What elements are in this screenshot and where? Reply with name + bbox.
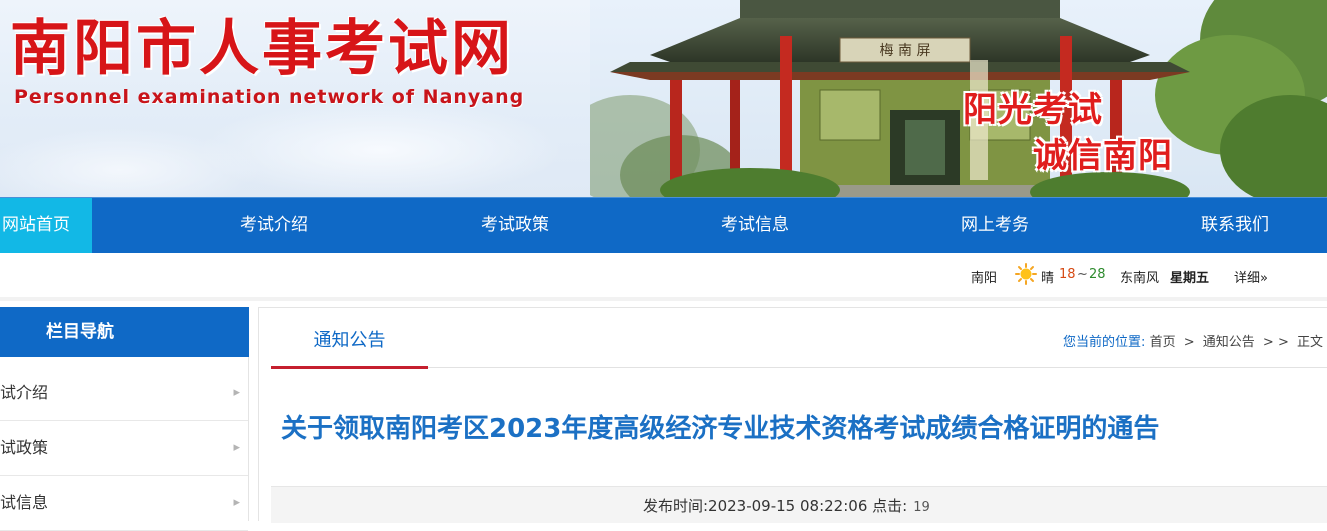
article-title: 关于领取南阳考区2023年度高级经济专业技术资格考试成绩合格证明的通告 [281, 414, 1160, 444]
slogan-line-1: 阳光考试 [963, 90, 1103, 130]
weather-bar: 南阳 晴 18 ~ 28 东南风 星期五 详细» [0, 253, 1327, 301]
sidebar-heading: 栏目导航 [0, 307, 249, 357]
sidebar-item-label: 试介绍 [0, 383, 49, 402]
breadcrumb-home[interactable]: 首页 [1150, 335, 1176, 350]
sidebar-item-label: 试信息 [0, 493, 49, 512]
weather-condition: 晴 [1041, 271, 1055, 286]
sidebar-heading-text: 栏目导航 [46, 322, 114, 342]
main-content: 通知公告 您当前的位置: 首页 > 通知公告 > > 正文 关于领取南阳考区20… [258, 307, 1327, 523]
chevron-right-icon: ▸ [233, 495, 240, 510]
tab-notices[interactable]: 通知公告 [271, 326, 428, 368]
breadcrumb-separator: > > [1262, 335, 1289, 350]
weather-high-temp: 28 [1089, 267, 1106, 282]
nav-home[interactable]: 网站首页 [0, 198, 92, 253]
nav-contact-us[interactable]: 联系我们 [1175, 198, 1295, 253]
nav-exam-intro[interactable]: 考试介绍 [214, 198, 334, 253]
article-meta-bar: 发布时间:2023-09-15 08:22:06 点击: 19 [271, 486, 1327, 523]
breadcrumb-label: 您当前的位置: [1063, 335, 1146, 350]
nav-online-affairs[interactable]: 网上考务 [935, 198, 1055, 253]
pavilion-photo: 梅 南 屏 [590, 0, 1327, 197]
click-count: 19 [913, 500, 930, 515]
tab-divider [271, 367, 1327, 368]
sidebar-item-exam-intro[interactable]: 试介绍 ▸ [0, 366, 248, 421]
chevron-right-icon: ▸ [233, 385, 240, 400]
breadcrumb-current: 正文 [1296, 335, 1323, 350]
weather-city: 南阳 [971, 271, 998, 286]
weather-low-temp: 18 [1059, 267, 1076, 282]
weather-wind: 东南风 [1120, 271, 1160, 286]
slogan-line-2: 诚信南阳 [1033, 136, 1173, 176]
weather-detail-link[interactable]: 详细» [1234, 267, 1268, 286]
weather-range-separator: ~ [1077, 267, 1088, 282]
sidebar-item-label: 试政策 [0, 438, 49, 457]
main-nav: 网站首页 考试介绍 考试政策 考试信息 网上考务 联系我们 [0, 197, 1327, 253]
publish-info: 发布时间:2023-09-15 08:22:06 点击: [643, 497, 908, 515]
site-subtitle: Personnel examination network of Nanyang [14, 86, 525, 108]
active-tab-underline [271, 366, 428, 369]
article-meta: 发布时间:2023-09-15 08:22:06 点击: 19 [643, 495, 930, 516]
chevron-right-icon: ▸ [233, 440, 240, 455]
sidebar-item-exam-policy[interactable]: 试政策 ▸ [0, 421, 248, 476]
breadcrumb-section[interactable]: 通知公告 [1203, 335, 1255, 350]
nav-exam-policy[interactable]: 考试政策 [455, 198, 575, 253]
pavilion-plaque-text: 梅 南 屏 [880, 43, 931, 59]
site-title: 南阳市人事考试网 [10, 14, 514, 84]
sun-icon [1015, 263, 1037, 285]
weather-weekday: 星期五 [1170, 271, 1210, 286]
sidebar: 栏目导航 试介绍 ▸ 试政策 ▸ 试信息 ▸ [0, 307, 249, 531]
nav-exam-info[interactable]: 考试信息 [695, 198, 815, 253]
site-banner: 南阳市人事考试网 Personnel examination network o… [0, 0, 1327, 197]
breadcrumb: 您当前的位置: 首页 > 通知公告 > > 正文 [1063, 331, 1323, 350]
breadcrumb-separator: > [1183, 335, 1195, 350]
sidebar-item-exam-info[interactable]: 试信息 ▸ [0, 476, 248, 531]
